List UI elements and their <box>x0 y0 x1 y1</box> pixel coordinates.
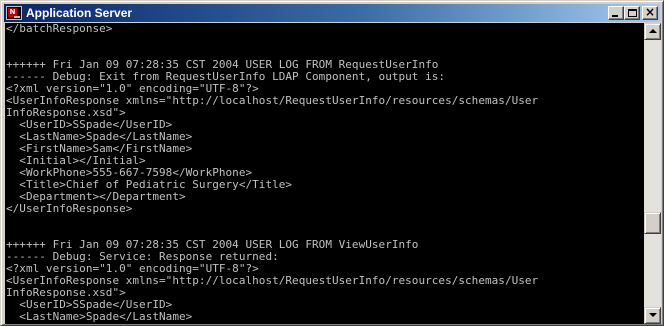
maximize-icon <box>628 9 637 17</box>
minimize-icon <box>612 15 618 17</box>
application-server-window: N Application Server × </batchResponse> +… <box>0 0 664 326</box>
scroll-up-button[interactable] <box>644 23 661 40</box>
scroll-up-arrow-icon <box>649 29 657 33</box>
title-bar[interactable]: N Application Server × <box>4 4 660 22</box>
console-line: </batchResponse> <box>6 23 113 35</box>
vertical-scrollbar[interactable] <box>644 23 661 324</box>
console-line: <LastName>Spade</LastName> <box>6 310 193 323</box>
window-title: Application Server <box>26 6 133 20</box>
console-output[interactable]: </batchResponse> ++++++ Fri Jan 09 07:28:… <box>5 23 644 324</box>
scroll-down-arrow-icon <box>649 313 657 317</box>
close-button[interactable]: × <box>642 5 658 20</box>
scroll-down-button[interactable] <box>644 307 661 324</box>
minimize-button[interactable] <box>608 6 624 20</box>
window-controls: × <box>608 5 658 20</box>
console-app-icon[interactable]: N <box>6 6 22 20</box>
console-line: </UserInfoResponse> <box>6 202 133 215</box>
scrollbar-thumb[interactable] <box>644 212 661 234</box>
app-icon-cursor <box>14 16 20 18</box>
close-icon: × <box>644 5 656 19</box>
maximize-button[interactable] <box>624 6 640 20</box>
